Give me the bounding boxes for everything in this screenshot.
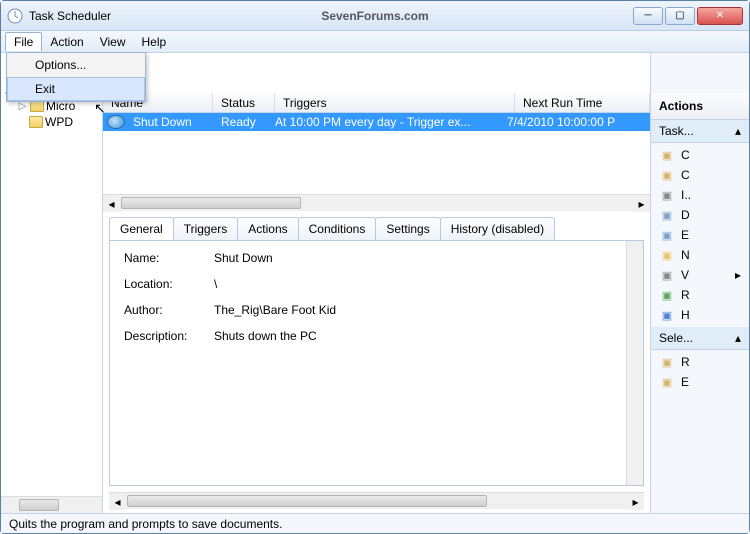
clock-icon: [7, 8, 23, 24]
action-item[interactable]: ▣V▸: [651, 265, 749, 285]
value-description: Shuts down the PC: [214, 329, 317, 343]
action-icon: ▣: [659, 375, 675, 389]
value-name: Shut Down: [214, 251, 273, 265]
collapse-icon: ▴: [735, 331, 741, 345]
watermark: SevenForums.com: [321, 9, 428, 23]
actions-group-selected[interactable]: Sele...▴: [651, 327, 749, 350]
action-icon: ▣: [659, 228, 675, 242]
action-item[interactable]: ▣R: [651, 352, 749, 372]
col-status[interactable]: Status: [213, 93, 275, 112]
label-author: Author:: [124, 303, 214, 317]
detail-scrollbar[interactable]: [626, 241, 643, 485]
maximize-button[interactable]: ▢: [665, 7, 695, 25]
label-description: Description:: [124, 329, 214, 343]
action-icon: ▣: [659, 168, 675, 182]
submenu-icon: ▸: [735, 268, 741, 282]
grid-body: ◂▸: [103, 131, 650, 211]
collapse-icon: ▴: [735, 124, 741, 138]
menu-action[interactable]: Action: [42, 33, 91, 51]
label-name: Name:: [124, 251, 214, 265]
col-next[interactable]: Next Run Time: [515, 93, 650, 112]
action-item[interactable]: ▣D: [651, 205, 749, 225]
status-text: Quits the program and prompts to save do…: [9, 517, 282, 531]
value-location: \: [214, 277, 217, 291]
action-icon: ▣: [659, 308, 675, 322]
menu-view[interactable]: View: [92, 33, 134, 51]
menu-file[interactable]: File: [5, 32, 42, 51]
detail-hscrollbar[interactable]: ◂▸: [109, 492, 644, 509]
action-item[interactable]: ▣R: [651, 285, 749, 305]
tree-pane: ◢⏱Task Sch ▷Micro WPD: [1, 53, 103, 513]
task-icon: [107, 115, 125, 129]
tab-conditions[interactable]: Conditions: [298, 217, 377, 240]
action-item[interactable]: ▣N: [651, 245, 749, 265]
value-author: The_Rig\Bare Foot Kid: [214, 303, 336, 317]
actions-pane: Actions Task...▴ ▣C▣C▣I..▣D▣E▣N▣V▸▣R▣H S…: [651, 53, 749, 513]
grid-header: Name Status Triggers Next Run Time: [103, 93, 650, 113]
menubar: File Action View Help: [1, 31, 749, 53]
action-item[interactable]: ▣I..: [651, 185, 749, 205]
tab-history[interactable]: History (disabled): [440, 217, 555, 240]
action-item[interactable]: ▣C: [651, 145, 749, 165]
minimize-button[interactable]: ─: [633, 7, 663, 25]
tab-panel-general: Name:Shut Down Location:\ Author:The_Rig…: [109, 240, 644, 486]
main-pane: Name Status Triggers Next Run Time Shut …: [103, 53, 651, 513]
tree-scrollbar[interactable]: [1, 496, 102, 513]
grid-scrollbar[interactable]: ◂▸: [103, 194, 650, 211]
action-item[interactable]: ▣E: [651, 372, 749, 392]
tree-item-wpd[interactable]: WPD: [3, 114, 100, 130]
cursor-icon: ↖: [94, 100, 106, 117]
task-row-selected[interactable]: Shut Down Ready At 10:00 PM every day - …: [103, 113, 650, 131]
action-item[interactable]: ▣C: [651, 165, 749, 185]
action-item[interactable]: ▣E: [651, 225, 749, 245]
action-icon: ▣: [659, 268, 675, 282]
statusbar: Quits the program and prompts to save do…: [1, 513, 749, 533]
tab-actions[interactable]: Actions: [237, 217, 298, 240]
folder-icon: [29, 116, 43, 128]
action-icon: ▣: [659, 355, 675, 369]
tab-settings[interactable]: Settings: [375, 217, 440, 240]
label-location: Location:: [124, 277, 214, 291]
menu-options[interactable]: Options...: [7, 53, 145, 77]
action-icon: ▣: [659, 288, 675, 302]
tab-general[interactable]: General: [109, 217, 174, 240]
action-icon: ▣: [659, 248, 675, 262]
action-icon: ▣: [659, 208, 675, 222]
action-icon: ▣: [659, 148, 675, 162]
col-triggers[interactable]: Triggers: [275, 93, 515, 112]
menu-help[interactable]: Help: [134, 33, 175, 51]
file-dropdown: Options... Exit: [6, 52, 146, 102]
tab-triggers[interactable]: Triggers: [173, 217, 239, 240]
titlebar: Task Scheduler SevenForums.com ─ ▢ ✕: [1, 1, 749, 31]
window-title: Task Scheduler: [29, 9, 111, 23]
detail-tabs: General Triggers Actions Conditions Sett…: [103, 211, 650, 240]
actions-title: Actions: [651, 93, 749, 120]
action-item[interactable]: ▣H: [651, 305, 749, 325]
close-button[interactable]: ✕: [697, 7, 743, 25]
actions-group-task[interactable]: Task...▴: [651, 120, 749, 143]
action-icon: ▣: [659, 188, 675, 202]
menu-exit[interactable]: Exit: [7, 77, 145, 101]
